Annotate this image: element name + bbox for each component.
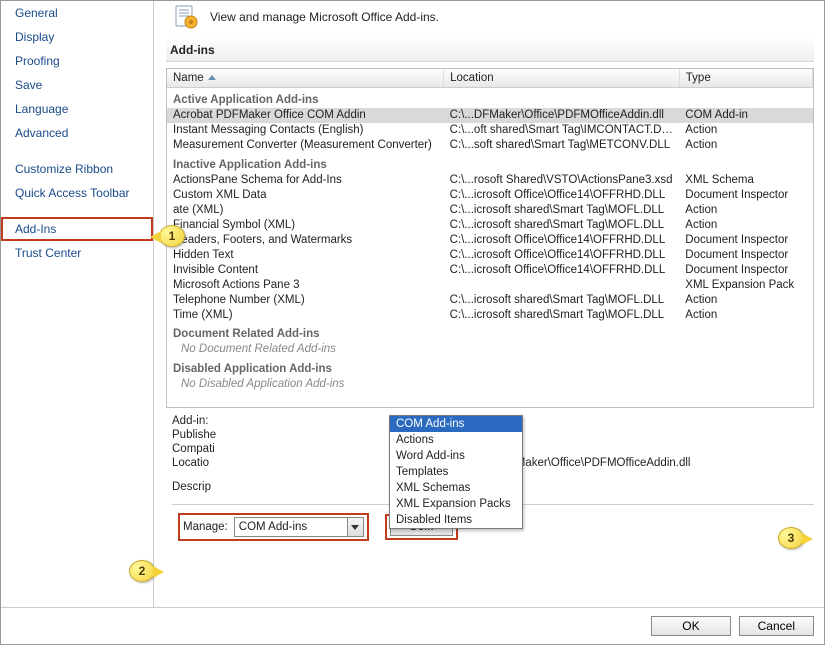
- dropdown-option[interactable]: COM Add-ins: [390, 416, 522, 432]
- dropdown-option[interactable]: XML Expansion Packs: [390, 496, 522, 512]
- group-header: Disabled Application Add-ins: [167, 357, 813, 377]
- table-row[interactable]: Headers, Footers, and WatermarksC:\...ic…: [167, 232, 813, 247]
- dropdown-option[interactable]: XML Schemas: [390, 480, 522, 496]
- manage-dropdown[interactable]: COM Add-insActionsWord Add-insTemplatesX…: [389, 415, 523, 529]
- sidebar-item-save[interactable]: Save: [1, 73, 153, 97]
- manage-group: Manage: COM Add-ins: [178, 513, 369, 541]
- addins-table: Name Location Type Active Application Ad…: [166, 68, 814, 408]
- table-row[interactable]: Microsoft Actions Pane 3XML Expansion Pa…: [167, 277, 813, 292]
- sort-asc-icon: [208, 75, 216, 80]
- table-row[interactable]: Financial Symbol (XML)C:\...icrosoft sha…: [167, 217, 813, 232]
- table-row[interactable]: Measurement Converter (Measurement Conve…: [167, 138, 813, 153]
- chevron-down-icon[interactable]: [347, 518, 363, 536]
- col-name[interactable]: Name: [167, 69, 444, 88]
- dropdown-option[interactable]: Word Add-ins: [390, 448, 522, 464]
- table-row[interactable]: Acrobat PDFMaker Office COM AddinC:\...D…: [167, 108, 813, 123]
- col-type[interactable]: Type: [679, 69, 812, 88]
- section-title: Add-ins: [166, 39, 814, 62]
- table-row[interactable]: Time (XML)C:\...icrosoft shared\Smart Ta…: [167, 307, 813, 322]
- table-row[interactable]: Hidden TextC:\...icrosoft Office\Office1…: [167, 247, 813, 262]
- manage-label: Manage:: [183, 521, 228, 533]
- dropdown-option[interactable]: Actions: [390, 432, 522, 448]
- sidebar-item-quick-access-toolbar[interactable]: Quick Access Toolbar: [1, 181, 153, 205]
- sidebar-item-general[interactable]: General: [1, 1, 153, 25]
- sidebar-item-advanced[interactable]: Advanced: [1, 121, 153, 145]
- addins-scroll[interactable]: Name Location Type Active Application Ad…: [167, 69, 813, 407]
- sidebar-item-customize-ribbon[interactable]: Customize Ribbon: [1, 157, 153, 181]
- sidebar-item-trust-center[interactable]: Trust Center: [1, 241, 153, 265]
- group-header: Document Related Add-ins: [167, 322, 813, 342]
- header-text: View and manage Microsoft Office Add-ins…: [210, 10, 439, 24]
- sidebar-item-display[interactable]: Display: [1, 25, 153, 49]
- addins-icon: [172, 5, 200, 29]
- col-location[interactable]: Location: [444, 69, 680, 88]
- group-header: Inactive Application Add-ins: [167, 153, 813, 173]
- sidebar-item-add-ins[interactable]: Add-Ins: [1, 217, 153, 241]
- annotation-1: 1: [159, 225, 185, 247]
- table-row[interactable]: Telephone Number (XML)C:\...icrosoft sha…: [167, 292, 813, 307]
- manage-combobox[interactable]: COM Add-ins: [234, 517, 364, 537]
- group-header: Active Application Add-ins: [167, 88, 813, 108]
- table-row[interactable]: ate (XML)C:\...icrosoft shared\Smart Tag…: [167, 202, 813, 217]
- ok-button[interactable]: OK: [651, 616, 730, 636]
- table-row[interactable]: Instant Messaging Contacts (English)C:\.…: [167, 123, 813, 138]
- sidebar-item-proofing[interactable]: Proofing: [1, 49, 153, 73]
- sidebar-item-language[interactable]: Language: [1, 97, 153, 121]
- dropdown-option[interactable]: Disabled Items: [390, 512, 522, 528]
- table-row[interactable]: Invisible ContentC:\...icrosoft Office\O…: [167, 262, 813, 277]
- annotation-2: 2: [129, 560, 155, 582]
- cancel-button[interactable]: Cancel: [739, 616, 814, 636]
- options-sidebar: GeneralDisplayProofingSaveLanguageAdvanc…: [1, 1, 154, 607]
- table-row[interactable]: Custom XML DataC:\...icrosoft Office\Off…: [167, 187, 813, 202]
- table-row[interactable]: ActionsPane Schema for Add-InsC:\...roso…: [167, 172, 813, 187]
- annotation-3: 3: [778, 527, 804, 549]
- dropdown-option[interactable]: Templates: [390, 464, 522, 480]
